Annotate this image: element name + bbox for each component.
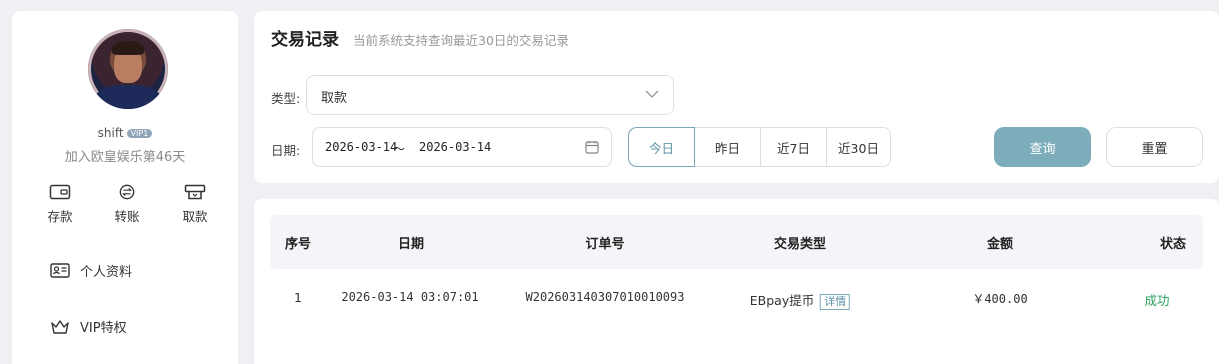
filter-panel: 交易记录 当前系统支持查询最近30日的交易记录 类型: 取款 日期: 2026-…	[254, 11, 1219, 183]
column-header-order: 订单号	[585, 237, 625, 252]
row-date: 2026-03-14 03:07:01	[341, 290, 479, 304]
row-order-number: W20260314030701001009З	[525, 290, 685, 304]
range-30days-button[interactable]: 近30日	[826, 128, 890, 166]
search-button[interactable]: 查询	[994, 127, 1091, 167]
row-status: 成功	[1144, 293, 1170, 308]
sidebar-item-vip[interactable]: VIP特权	[50, 317, 127, 336]
reset-button[interactable]: 重置	[1106, 127, 1203, 167]
sidebar-item-label: 个人资料	[80, 265, 133, 280]
row-type-text: EBpay提币	[749, 293, 815, 308]
username: shift	[97, 126, 124, 140]
date-range-picker[interactable]: 2026-03-14 ～ 2026-03-14	[312, 127, 612, 167]
withdraw-icon	[184, 184, 206, 200]
deposit-label: 存款	[47, 209, 73, 224]
page-title: 交易记录	[271, 30, 339, 50]
calendar-icon	[585, 141, 599, 154]
range-today-button[interactable]: 今日	[629, 128, 694, 166]
column-header-status: 状态	[1159, 237, 1187, 252]
row-type: EBpay提币 详情	[749, 290, 851, 310]
chevron-down-icon	[645, 90, 659, 98]
transfer-icon	[119, 184, 135, 200]
withdraw-button[interactable]: 取款	[173, 184, 217, 225]
page-subtitle: 当前系统支持查询最近30日的交易记录	[353, 33, 569, 48]
date-range-presets: 今日 昨日 近7日 近30日	[628, 127, 891, 167]
row-amount: ￥400.00	[972, 292, 1028, 306]
detail-button[interactable]: 详情	[820, 294, 851, 310]
table-header: 序号 日期 订单号 交易类型 金额 状态	[270, 215, 1203, 269]
date-start[interactable]: 2026-03-14	[325, 140, 397, 154]
user-sidebar: shift VIP1 加入欧皇娱乐第46天 存款 转账 取款 个人资料 VIP特权	[12, 11, 238, 364]
column-header-type: 交易类型	[773, 237, 827, 252]
range-yesterday-button[interactable]: 昨日	[694, 128, 760, 166]
avatar[interactable]	[88, 29, 168, 109]
id-card-icon	[50, 263, 70, 278]
deposit-button[interactable]: 存款	[38, 184, 82, 225]
date-end[interactable]: 2026-03-14	[419, 140, 491, 154]
range-7days-button[interactable]: 近7日	[760, 128, 826, 166]
sidebar-item-profile[interactable]: 个人资料	[50, 261, 132, 280]
vip-badge: VIP1	[126, 129, 153, 138]
date-separator: ～	[393, 142, 406, 156]
column-header-amount: 金额	[986, 237, 1014, 252]
type-label: 类型:	[271, 91, 301, 106]
column-header-date: 日期	[397, 237, 425, 252]
transfer-button[interactable]: 转账	[105, 184, 149, 225]
wallet-icon	[49, 184, 71, 200]
type-select-value: 取款	[321, 91, 348, 106]
date-label: 日期:	[271, 143, 301, 158]
username-row: shift VIP1	[12, 126, 238, 140]
crown-icon	[51, 319, 69, 334]
column-header-index: 序号	[284, 237, 312, 252]
joined-days-text: 加入欧皇娱乐第46天	[64, 150, 186, 165]
type-select[interactable]: 取款	[306, 75, 674, 115]
sidebar-item-label: VIP特权	[80, 321, 127, 336]
row-index: 1	[294, 290, 302, 305]
withdraw-label: 取款	[182, 209, 208, 224]
transactions-table: 序号 日期 订单号 交易类型 金额 状态 1 2026-03-14 03:07:…	[254, 199, 1219, 364]
transfer-label: 转账	[114, 209, 140, 224]
